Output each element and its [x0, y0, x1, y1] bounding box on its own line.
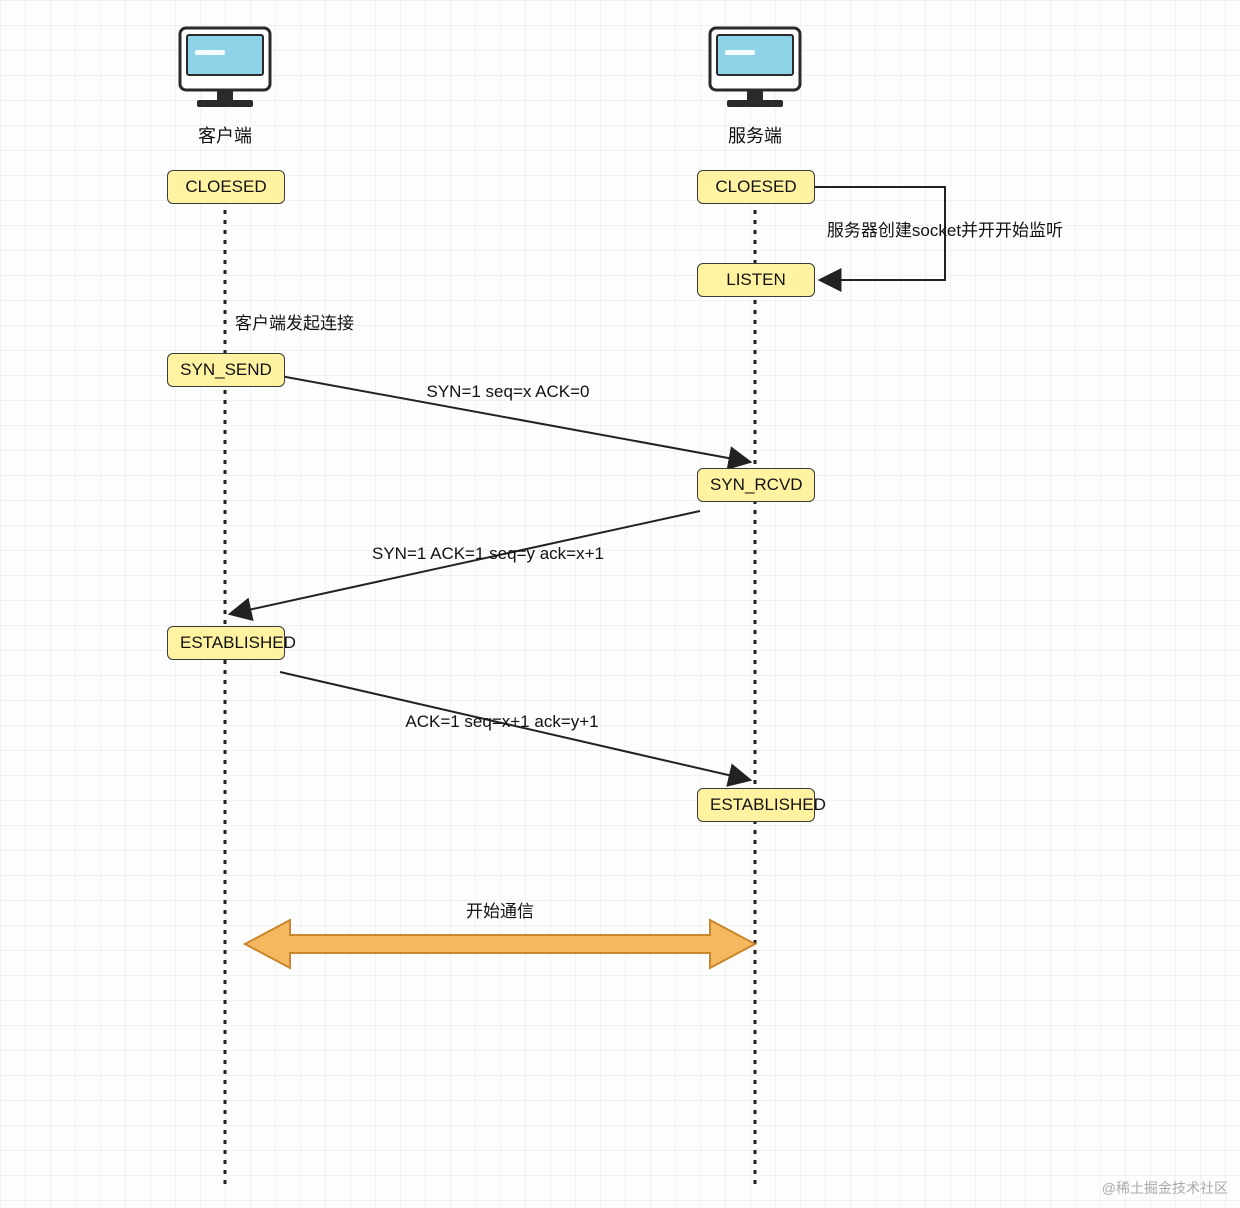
server-listen-state: LISTEN — [697, 263, 815, 297]
client-computer-icon — [180, 28, 270, 107]
client-established-state: ESTABLISHED — [167, 626, 285, 660]
start-comm-text: 开始通信 — [440, 897, 560, 922]
server-established-state: ESTABLISHED — [697, 788, 815, 822]
msg3-text: ACK=1 seq=x+1 ack=y+1 — [352, 712, 652, 732]
watermark: @稀土掘金技术社区 — [1102, 1178, 1228, 1198]
server-syn-rcvd-state: SYN_RCVD — [697, 468, 815, 502]
client-initiate-note: 客户端发起连接 — [235, 309, 395, 334]
msg1-text: SYN=1 seq=x ACK=0 — [378, 382, 638, 402]
server-title: 服务端 — [700, 122, 810, 148]
server-computer-icon — [710, 28, 800, 107]
start-communication-arrow — [245, 920, 755, 968]
server-closed-state: CLOESED — [697, 170, 815, 204]
server-create-socket-note: 服务器创建socket并开开始监听 — [800, 216, 1090, 241]
client-syn-send-state: SYN_SEND — [167, 353, 285, 387]
msg2-text: SYN=1 ACK=1 seq=y ack=x+1 — [313, 544, 663, 564]
client-title: 客户端 — [170, 122, 280, 148]
client-closed-state: CLOESED — [167, 170, 285, 204]
